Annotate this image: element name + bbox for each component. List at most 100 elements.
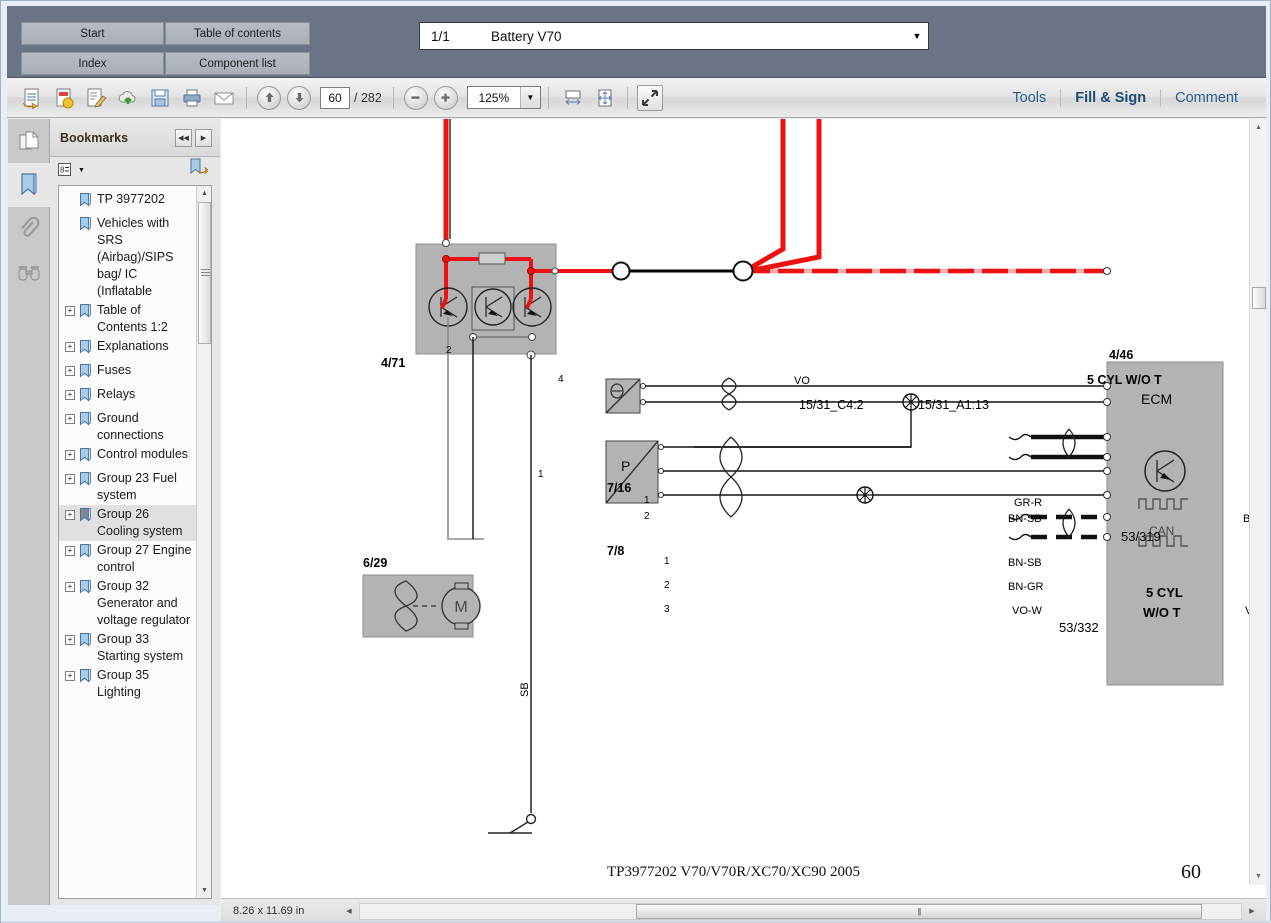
scroll-down-icon[interactable]: ▼ (197, 883, 211, 898)
wire-label-bn-sb-1: BN-SB (1008, 513, 1042, 525)
doc-scroll-up-icon[interactable]: ▲ (1250, 119, 1266, 136)
bookmark-item[interactable]: + Relays (59, 385, 196, 409)
expand-toggle-icon[interactable]: + (65, 510, 75, 520)
expand-toggle-icon[interactable]: + (65, 635, 75, 645)
expand-toggle-icon[interactable]: + (65, 450, 75, 460)
toolbar-divider-2 (392, 86, 394, 109)
bookmark-flag-icon (79, 580, 92, 600)
component-label-6-29: 6/29 (363, 556, 388, 570)
wire-label-vo-w: VO-W (1012, 605, 1042, 617)
bookmark-item[interactable]: + Ground connections (59, 409, 196, 445)
start-button[interactable]: Start (21, 22, 164, 45)
zoom-in-button[interactable] (433, 85, 458, 110)
previous-page-button[interactable] (257, 85, 281, 110)
bookmarks-icon[interactable] (8, 163, 50, 207)
index-button[interactable]: Index (21, 52, 164, 75)
tools-button[interactable]: Tools (998, 90, 1060, 106)
pin-label-4-71-1: 1 (538, 469, 544, 480)
connector-label-a1: 15/31_A1:13 (918, 398, 989, 412)
bookmark-flag-icon (79, 217, 92, 237)
edit-pdf-icon[interactable] (81, 83, 111, 113)
document-title: Battery V70 (491, 28, 562, 44)
table-of-contents-button[interactable]: Table of contents (165, 22, 310, 45)
document-status-bar: 8.26 x 11.69 in ◀ ||| ▶ (221, 898, 1266, 923)
zoom-value[interactable]: 125% (468, 91, 520, 105)
document-selector-dropdown[interactable]: 1/1 Battery V70 ▼ (419, 22, 929, 50)
zoom-dropdown-icon[interactable]: ▼ (519, 87, 540, 108)
expand-toggle-icon[interactable]: + (65, 306, 75, 316)
email-icon[interactable] (209, 83, 239, 113)
bookmark-item[interactable]: + Explanations (59, 337, 196, 361)
bookmarks-scrollbar[interactable]: ▲ ▼ (196, 186, 211, 898)
document-vertical-scrollbar[interactable]: ▲ ▼ (1249, 119, 1266, 885)
bookmark-item[interactable]: + Table of Contents 1:2 (59, 301, 196, 337)
expand-toggle-icon[interactable]: + (65, 414, 75, 424)
component-list-button[interactable]: Component list (165, 52, 310, 75)
attachments-icon[interactable] (8, 207, 50, 251)
bookmark-label: Vehicles with SRS (Airbag)/SIPS bag/ IC … (97, 216, 174, 298)
expand-toggle-icon[interactable]: + (65, 474, 75, 484)
hscroll-thumb[interactable]: ||| (636, 903, 1202, 919)
bookmark-item[interactable]: + Group 33 Starting system (59, 630, 196, 666)
bookmark-item[interactable]: Vehicles with SRS (Airbag)/SIPS bag/ IC … (59, 214, 196, 301)
bookmarks-tree[interactable]: TP 3977202 Vehicles with SRS (Airbag)/SIP… (58, 185, 212, 899)
toolbar-divider-4 (626, 86, 628, 109)
page-number-input[interactable]: 60 (320, 86, 350, 109)
fit-page-icon[interactable] (590, 83, 620, 113)
ecm-name-label: ECM (1141, 391, 1173, 407)
bookmark-item[interactable]: + Group 32 Generator and voltage regulato… (59, 577, 196, 630)
page-thumbnails-icon[interactable] (8, 119, 50, 163)
expand-toggle-icon[interactable]: + (65, 342, 75, 352)
expand-toggle-icon[interactable]: + (65, 582, 75, 592)
bookmark-item[interactable]: + Group 35 Lighting (59, 666, 196, 702)
fit-width-icon[interactable] (558, 83, 588, 113)
ecm-variant-line1: 5 CYL (1146, 585, 1183, 600)
fullscreen-icon[interactable] (636, 84, 663, 111)
save-icon[interactable] (145, 83, 175, 113)
bookmark-options-menu[interactable]: 8 ▼ (58, 162, 85, 178)
print-icon[interactable] (177, 83, 207, 113)
zoom-level-control[interactable]: 125% ▼ (466, 86, 541, 109)
bookmark-flag-icon (79, 193, 92, 213)
toolbar-right-links: Tools Fill & Sign Comment (998, 88, 1266, 107)
next-page-button[interactable] (287, 85, 311, 110)
expand-toggle-icon[interactable]: + (65, 671, 75, 681)
doc-scroll-thumb[interactable] (1252, 287, 1266, 309)
svg-text:8: 8 (60, 165, 65, 174)
options-chevron-icon[interactable]: ▼ (78, 167, 85, 174)
expand-toggle-icon[interactable]: + (65, 546, 75, 556)
bookmark-item[interactable]: + Group 27 Engine control (59, 541, 196, 577)
document-counter: 1/1 (431, 28, 450, 44)
expand-panel-icon[interactable]: ▶ (195, 128, 212, 147)
bookmark-item[interactable]: + Fuses (59, 361, 196, 385)
chevron-down-icon[interactable]: ▼ (906, 31, 928, 41)
bookmark-label: Group 23 Fuel system (97, 471, 177, 502)
bookmark-item[interactable]: + Control modules (59, 445, 196, 469)
hscroll-left-icon[interactable]: ◀ (341, 903, 357, 919)
search-icon[interactable] (8, 251, 50, 295)
bookmark-item[interactable]: + Group 26 Cooling system (59, 505, 196, 541)
comment-button[interactable]: Comment (1161, 90, 1252, 106)
document-horizontal-scrollbar[interactable]: ||| (359, 902, 1242, 920)
bookmark-label: TP 3977202 (97, 192, 165, 206)
bookmark-item[interactable]: TP 3977202 (59, 190, 196, 214)
new-bookmark-icon[interactable] (189, 158, 210, 182)
bookmark-item[interactable]: + Group 23 Fuel system (59, 469, 196, 505)
connector-label-c4: 15/31_C4:2 (799, 398, 864, 412)
open-file-icon[interactable] (17, 83, 47, 113)
collapse-panel-icon[interactable]: ◀◀ (175, 128, 192, 147)
fill-and-sign-button[interactable]: Fill & Sign (1061, 90, 1160, 106)
pdf-reader-window: Start Table of contents Index Component … (0, 0, 1271, 923)
scroll-up-icon[interactable]: ▲ (197, 186, 211, 201)
create-pdf-icon[interactable] (49, 83, 79, 113)
splice-label-53-319: 53/319 (1121, 529, 1161, 544)
cloud-upload-icon[interactable] (113, 83, 143, 113)
zoom-out-button[interactable] (403, 85, 428, 110)
document-view[interactable]: M P 4/71 2 4 1 6/29 7/16 1 2 7/8 1 2 3 4… (221, 119, 1266, 905)
expand-toggle-icon[interactable]: + (65, 366, 75, 376)
bookmark-flag-icon (79, 412, 92, 432)
bookmarks-scroll-thumb[interactable] (198, 202, 211, 344)
expand-toggle-icon[interactable]: + (65, 390, 75, 400)
doc-scroll-down-icon[interactable]: ▼ (1250, 868, 1266, 885)
hscroll-right-icon[interactable]: ▶ (1244, 903, 1260, 919)
